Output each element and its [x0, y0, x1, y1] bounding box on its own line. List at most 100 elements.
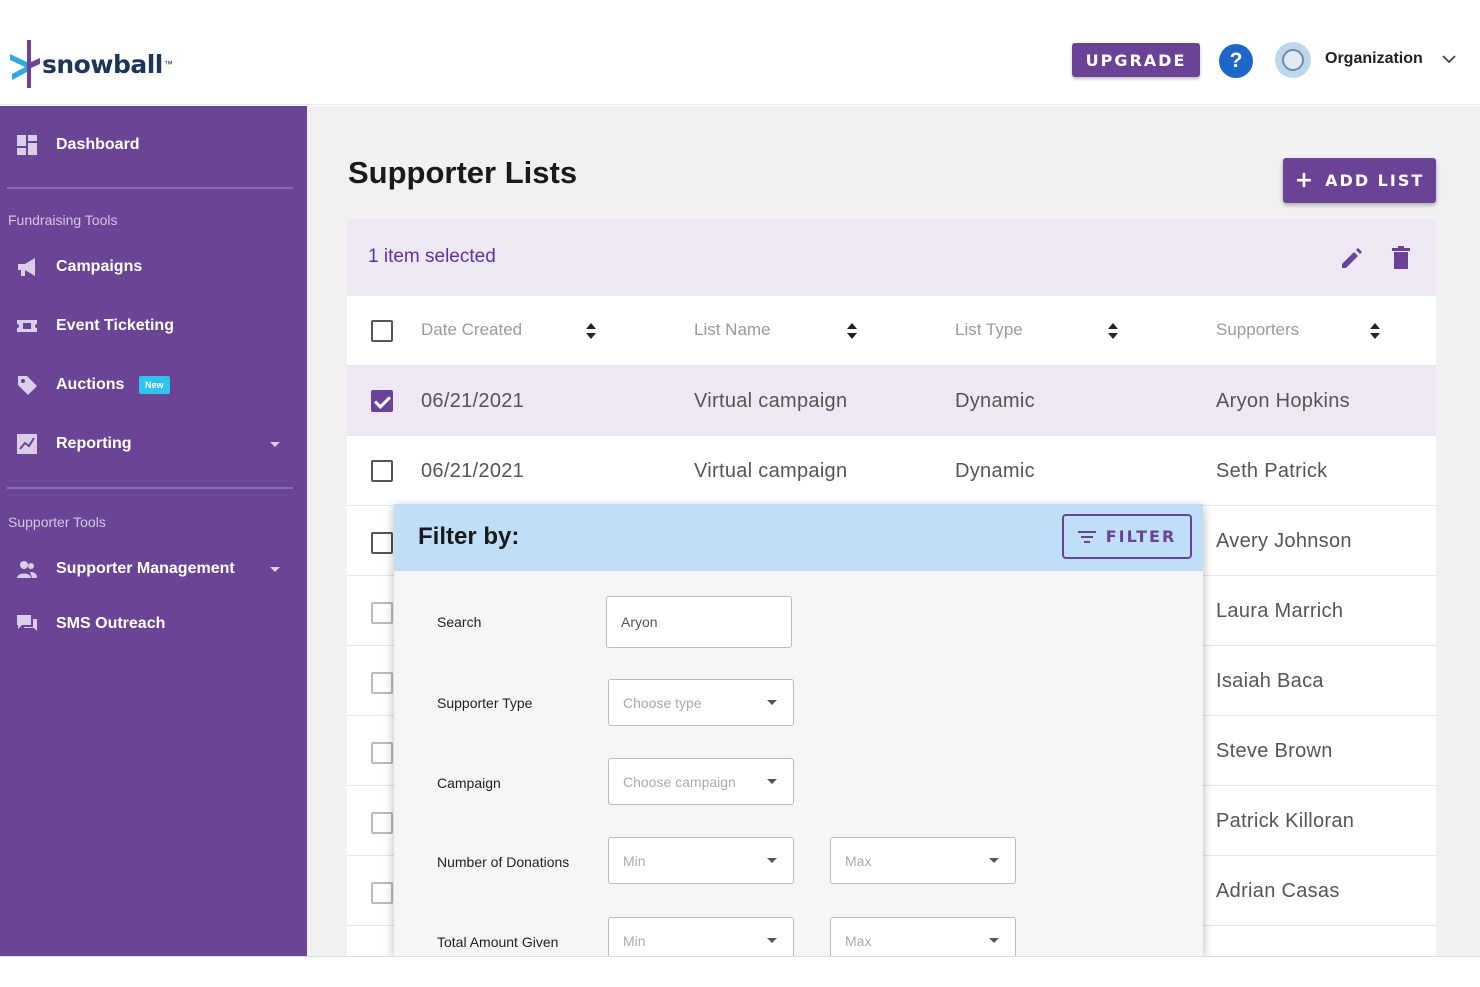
selection-count: 1 item selected: [368, 246, 496, 267]
column-header-list-name[interactable]: List Name: [694, 320, 771, 340]
sidebar-item-label: Dashboard: [56, 136, 140, 153]
caret-down-icon[interactable]: [268, 439, 282, 449]
table-row[interactable]: 06/21/2021 Virtual campaign Dynamic Aryo…: [347, 366, 1436, 436]
add-list-label: ADD LIST: [1325, 171, 1425, 190]
row-checkbox[interactable]: [371, 742, 393, 764]
row-checkbox[interactable]: [371, 532, 393, 554]
ticket-icon: [16, 315, 38, 337]
column-header-list-type[interactable]: List Type: [955, 320, 1023, 340]
number-of-donations-label: Number of Donations: [437, 854, 570, 870]
cell-list-name: Virtual campaign: [694, 390, 848, 412]
section-label-fundraising: Fundraising Tools: [8, 212, 118, 228]
new-badge: New: [139, 376, 170, 394]
globe-icon: [1282, 49, 1304, 71]
sidebar: Dashboard Fundraising Tools Campaigns Ev…: [0, 106, 307, 956]
snowball-logo[interactable]: snowball ™: [10, 40, 173, 88]
top-bar: snowball ™ UPGRADE ? Organization: [0, 0, 1480, 105]
sidebar-item-reporting[interactable]: Reporting: [0, 426, 307, 462]
cell-list-name: Virtual campaign: [694, 460, 848, 482]
megaphone-icon: [16, 256, 38, 278]
bottom-strip: [0, 956, 1480, 987]
cell-list-type: Dynamic: [955, 460, 1035, 482]
row-checkbox[interactable]: [371, 672, 393, 694]
organization-avatar[interactable]: [1275, 42, 1311, 78]
total-amount-given-label: Total Amount Given: [437, 934, 559, 950]
add-list-button[interactable]: + ADD LIST: [1283, 158, 1436, 203]
row-checkbox[interactable]: [371, 460, 393, 482]
sidebar-divider: [7, 487, 293, 489]
upgrade-button[interactable]: UPGRADE: [1072, 43, 1200, 77]
people-icon: [16, 558, 38, 580]
tag-icon: [16, 374, 38, 396]
sort-icon[interactable]: [1107, 322, 1119, 340]
supporter-type-select[interactable]: Choose type: [608, 679, 794, 726]
campaign-select[interactable]: Choose campaign: [608, 758, 794, 805]
sidebar-item-auctions[interactable]: Auctions New: [0, 367, 307, 403]
row-checkbox[interactable]: [371, 812, 393, 834]
total-min-select[interactable]: Min: [608, 917, 794, 956]
chat-icon: [16, 613, 38, 635]
filter-header: Filter by: FILTER: [394, 504, 1203, 571]
table-row[interactable]: 06/21/2021 Virtual campaign Dynamic Seth…: [347, 436, 1436, 506]
caret-down-icon[interactable]: [268, 564, 282, 574]
organization-name[interactable]: Organization: [1325, 50, 1423, 68]
column-header-date-created[interactable]: Date Created: [421, 320, 522, 340]
caret-down-icon: [989, 858, 999, 863]
max-placeholder: Max: [845, 853, 872, 869]
cell-date: 06/21/2021: [421, 460, 525, 482]
table-header: Date Created List Name List Type Support…: [347, 296, 1436, 366]
pencil-icon[interactable]: [1339, 245, 1365, 271]
filter-panel: Filter by: FILTER Search Supporter Type …: [394, 504, 1203, 956]
sidebar-item-sms-outreach[interactable]: SMS Outreach: [0, 606, 307, 642]
caret-down-icon: [767, 779, 777, 784]
max-placeholder: Max: [845, 933, 872, 949]
supporter-type-label: Supporter Type: [437, 695, 533, 711]
cell-supporter: Seth Patrick: [1216, 460, 1328, 482]
filter-lines-icon: [1077, 530, 1096, 543]
donations-max-select[interactable]: Max: [830, 837, 1016, 884]
sidebar-item-dashboard[interactable]: Dashboard: [0, 127, 307, 163]
sidebar-item-campaigns[interactable]: Campaigns: [0, 249, 307, 285]
sort-icon[interactable]: [846, 322, 858, 340]
cell-supporter: Steve Brown: [1216, 740, 1333, 762]
donations-min-select[interactable]: Min: [608, 837, 794, 884]
caret-down-icon: [767, 938, 777, 943]
cell-supporter: Avery Johnson: [1216, 530, 1352, 552]
search-label: Search: [437, 614, 482, 630]
chevron-down-icon[interactable]: [1440, 52, 1458, 66]
sidebar-item-label: Reporting: [56, 435, 132, 452]
section-label-supporter: Supporter Tools: [8, 514, 106, 530]
snowball-logo-icon: [10, 40, 40, 88]
filter-button-label: FILTER: [1105, 527, 1177, 546]
cell-date: 06/21/2021: [421, 390, 525, 412]
selection-toolbar: 1 item selected: [347, 219, 1436, 296]
logo-trademark: ™: [163, 59, 173, 69]
total-max-select[interactable]: Max: [830, 917, 1016, 956]
min-placeholder: Min: [623, 853, 646, 869]
caret-down-icon: [767, 858, 777, 863]
cell-supporter: Isaiah Baca: [1216, 670, 1324, 692]
filter-button[interactable]: FILTER: [1062, 514, 1192, 559]
trash-icon[interactable]: [1389, 245, 1413, 271]
caret-down-icon: [767, 700, 777, 705]
search-input[interactable]: [606, 596, 792, 648]
caret-down-icon: [989, 938, 999, 943]
sort-icon[interactable]: [585, 322, 597, 340]
sidebar-item-supporter-management[interactable]: Supporter Management: [0, 551, 307, 587]
help-icon[interactable]: ?: [1219, 44, 1253, 78]
sidebar-item-event-ticketing[interactable]: Event Ticketing: [0, 308, 307, 344]
cell-supporter: Adrian Casas: [1216, 880, 1340, 902]
sidebar-item-label: Supporter Management: [56, 560, 235, 577]
row-checkbox[interactable]: [371, 882, 393, 904]
row-checkbox[interactable]: [371, 602, 393, 624]
cell-supporter: Laura Marrich: [1216, 600, 1344, 622]
select-all-checkbox[interactable]: [371, 320, 393, 342]
sort-icon[interactable]: [1369, 322, 1381, 340]
cell-supporter: Patrick Killoran: [1216, 810, 1355, 832]
cell-list-type: Dynamic: [955, 390, 1035, 412]
row-checkbox[interactable]: [371, 390, 393, 412]
column-header-supporters[interactable]: Supporters: [1216, 320, 1299, 340]
page-title: Supporter Lists: [348, 155, 578, 190]
sidebar-item-label: Campaigns: [56, 258, 143, 275]
sidebar-item-label: SMS Outreach: [56, 615, 166, 632]
